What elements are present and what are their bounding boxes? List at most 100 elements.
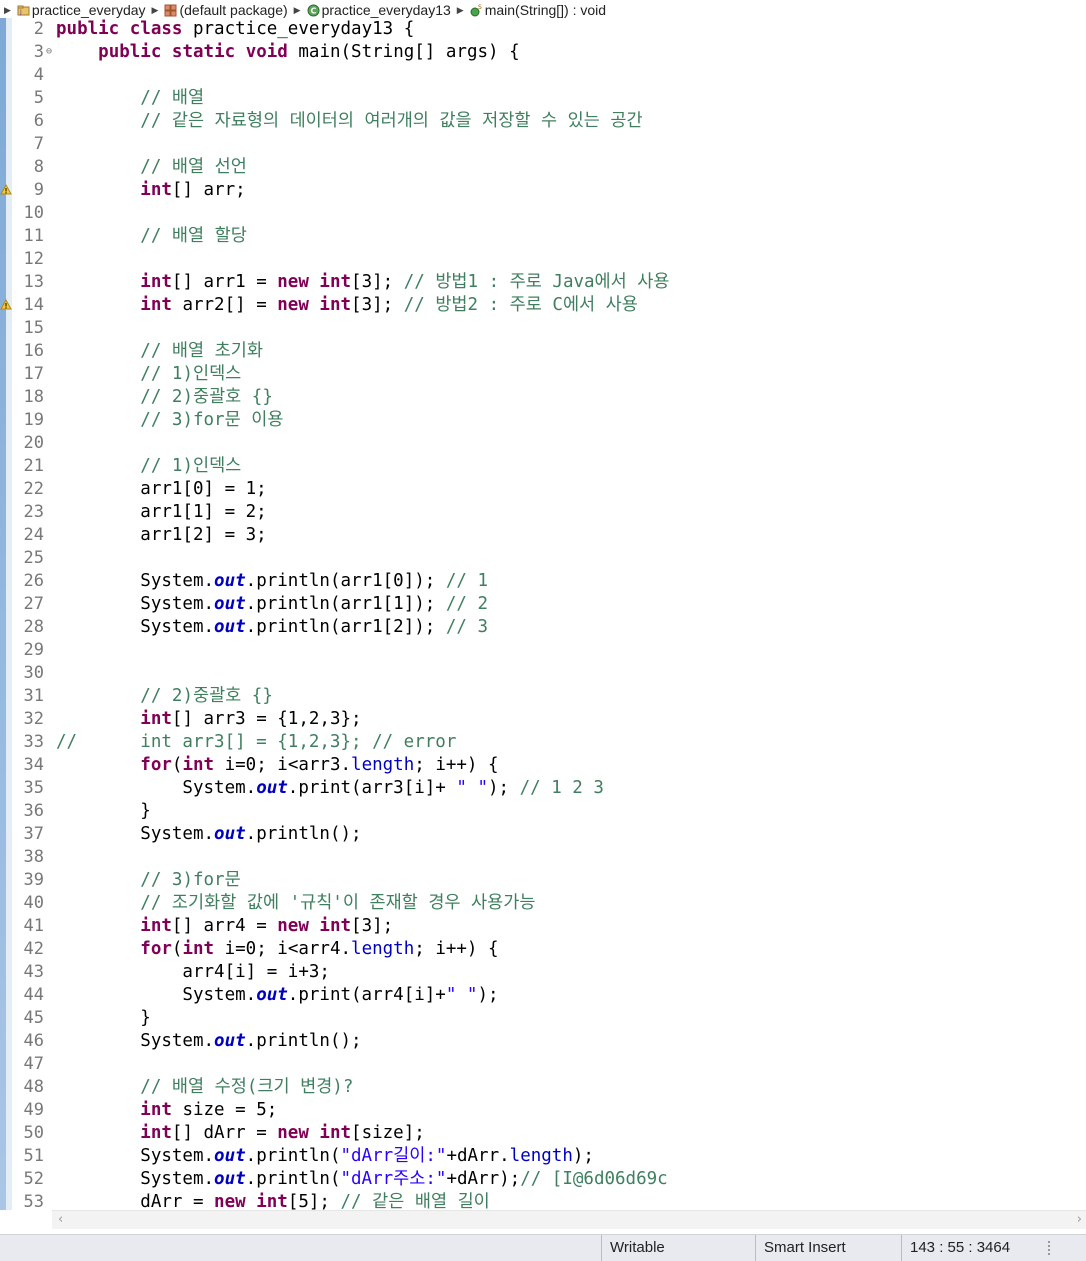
code-text[interactable]: // 배열 선언	[56, 156, 247, 179]
code-text[interactable]: System.out.print(arr4[i]+" ");	[56, 984, 498, 1007]
code-line[interactable]: 36 }	[0, 800, 1086, 823]
code-text[interactable]: for(int i=0; i<arr3.length; i++) {	[56, 754, 498, 777]
code-line[interactable]: 15	[0, 317, 1086, 340]
code-text[interactable]: // 2)중괄호 {}	[56, 386, 273, 409]
code-line[interactable]: 31 // 2)중괄호 {}	[0, 685, 1086, 708]
code-text[interactable]: System.out.print(arr3[i]+ " "); // 1 2 3	[56, 777, 603, 800]
code-line[interactable]: 27 System.out.println(arr1[1]); // 2	[0, 593, 1086, 616]
code-line[interactable]: 34 for(int i=0; i<arr3.length; i++) {	[0, 754, 1086, 777]
code-text[interactable]: for(int i=0; i<arr4.length; i++) {	[56, 938, 498, 961]
code-text[interactable]: int[] arr4 = new int[3];	[56, 915, 393, 938]
code-text[interactable]: // 같은 자료형의 데이터의 여러개의 값을 저장할 수 있는 공간	[56, 110, 642, 133]
code-text[interactable]: // 배열 초기화	[56, 340, 263, 363]
code-line[interactable]: 32 int[] arr3 = {1,2,3};	[0, 708, 1086, 731]
code-line[interactable]: 52 System.out.println("dArr주소:"+dArr);//…	[0, 1168, 1086, 1191]
code-line[interactable]: 44 System.out.print(arr4[i]+" ");	[0, 984, 1086, 1007]
code-text[interactable]: // 2)중괄호 {}	[56, 685, 273, 708]
code-text[interactable]: // 3)for문	[56, 869, 240, 892]
code-line[interactable]: 22 arr1[0] = 1;	[0, 478, 1086, 501]
code-line[interactable]: 43 arr4[i] = i+3;	[0, 961, 1086, 984]
code-line[interactable]: 17 // 1)인덱스	[0, 363, 1086, 386]
code-text[interactable]: int size = 5;	[56, 1099, 277, 1122]
breadcrumb-method[interactable]: S main(String[]) : void	[468, 2, 606, 18]
code-line[interactable]: 28 System.out.println(arr1[2]); // 3	[0, 616, 1086, 639]
breadcrumb-package[interactable]: (default package)	[162, 2, 288, 18]
code-line[interactable]: 7	[0, 133, 1086, 156]
code-line[interactable]: 41 int[] arr4 = new int[3];	[0, 915, 1086, 938]
code-text[interactable]: dArr = new int[5]; // 같은 배열 길이	[56, 1191, 490, 1210]
code-text[interactable]: arr1[2] = 3;	[56, 524, 266, 547]
code-line[interactable]: 45 }	[0, 1007, 1086, 1030]
code-line[interactable]: 14 int arr2[] = new int[3]; // 방법2 : 주로 …	[0, 294, 1086, 317]
code-text[interactable]: // 3)for문 이용	[56, 409, 283, 432]
code-line[interactable]: 35 System.out.print(arr3[i]+ " "); // 1 …	[0, 777, 1086, 800]
code-line[interactable]: 33 // int arr3[] = {1,2,3}; // error	[0, 731, 1086, 754]
code-line[interactable]: 6 // 같은 자료형의 데이터의 여러개의 값을 저장할 수 있는 공간	[0, 110, 1086, 133]
code-line[interactable]: 18 // 2)중괄호 {}	[0, 386, 1086, 409]
fold-toggle-icon[interactable]: ⊖	[46, 46, 52, 58]
code-text[interactable]: }	[56, 1007, 151, 1030]
code-line[interactable]: 3 ⊖ public static void main(String[] args…	[0, 41, 1086, 64]
code-line[interactable]: 30	[0, 662, 1086, 685]
code-line[interactable]: 12	[0, 248, 1086, 271]
code-text[interactable]: // 배열 수정(크기 변경)?	[56, 1076, 353, 1099]
code-text[interactable]: arr4[i] = i+3;	[56, 961, 330, 984]
warning-marker-icon[interactable]	[0, 299, 12, 311]
code-text[interactable]: int arr2[] = new int[3]; // 방법2 : 주로 C에서…	[56, 294, 638, 317]
breadcrumb-project[interactable]: J practice_everyday	[15, 2, 146, 18]
code-text[interactable]: arr1[1] = 2;	[56, 501, 266, 524]
code-text[interactable]: int[] arr3 = {1,2,3};	[56, 708, 361, 731]
code-line[interactable]: 42 for(int i=0; i<arr4.length; i++) {	[0, 938, 1086, 961]
code-line[interactable]: 40 // 조기화할 값에 '규칙'이 존재할 경우 사용가능	[0, 892, 1086, 915]
code-line[interactable]: 20	[0, 432, 1086, 455]
warning-marker-icon[interactable]	[0, 184, 12, 196]
code-text[interactable]: int[] arr;	[56, 179, 245, 202]
code-line[interactable]: 21 // 1)인덱스	[0, 455, 1086, 478]
code-text[interactable]: // 1)인덱스	[56, 363, 241, 386]
code-text[interactable]: }	[56, 800, 151, 823]
code-text[interactable]: // 조기화할 값에 '규칙'이 존재할 경우 사용가능	[56, 892, 535, 915]
code-text[interactable]: System.out.println(arr1[0]); // 1	[56, 570, 488, 593]
code-line[interactable]: 23 arr1[1] = 2;	[0, 501, 1086, 524]
code-line[interactable]: 5 // 배열	[0, 87, 1086, 110]
code-text[interactable]: int[] dArr = new int[size];	[56, 1122, 425, 1145]
code-text[interactable]: System.out.println();	[56, 1030, 361, 1053]
code-text[interactable]: int[] arr1 = new int[3]; // 방법1 : 주로 Jav…	[56, 271, 669, 294]
code-text[interactable]: public class practice_everyday13 {	[56, 18, 414, 41]
code-line[interactable]: 4	[0, 64, 1086, 87]
code-line[interactable]: 46 System.out.println();	[0, 1030, 1086, 1053]
code-line[interactable]: 50 int[] dArr = new int[size];	[0, 1122, 1086, 1145]
scroll-left-icon[interactable]: ‹	[58, 1212, 63, 1227]
code-editor[interactable]: 2 public class practice_everyday13 {3 ⊖ pu…	[0, 18, 1086, 1210]
code-line[interactable]: 16 // 배열 초기화	[0, 340, 1086, 363]
code-line[interactable]: 49 int size = 5;	[0, 1099, 1086, 1122]
code-text[interactable]: System.out.println("dArr주소:"+dArr);// [I…	[56, 1168, 667, 1191]
code-line[interactable]: 53 dArr = new int[5]; // 같은 배열 길이	[0, 1191, 1086, 1210]
code-text[interactable]: // 1)인덱스	[56, 455, 241, 478]
code-line[interactable]: 25	[0, 547, 1086, 570]
code-line[interactable]: 13 int[] arr1 = new int[3]; // 방법1 : 주로 …	[0, 271, 1086, 294]
code-line[interactable]: 8 // 배열 선언	[0, 156, 1086, 179]
code-line[interactable]: 24 arr1[2] = 3;	[0, 524, 1086, 547]
code-line[interactable]: 9 int[] arr;	[0, 179, 1086, 202]
scroll-right-icon[interactable]: ›	[1077, 1212, 1082, 1227]
code-line[interactable]: 38	[0, 846, 1086, 869]
code-line[interactable]: 37 System.out.println();	[0, 823, 1086, 846]
code-line[interactable]: 29	[0, 639, 1086, 662]
code-text[interactable]: // 배열	[56, 87, 204, 110]
code-line[interactable]: 2 public class practice_everyday13 {	[0, 18, 1086, 41]
code-line[interactable]: 19 // 3)for문 이용	[0, 409, 1086, 432]
code-text[interactable]: arr1[0] = 1;	[56, 478, 266, 501]
horizontal-scrollbar[interactable]: ‹ ›	[52, 1210, 1086, 1229]
code-line[interactable]: 51 System.out.println("dArr길이:"+dArr.len…	[0, 1145, 1086, 1168]
code-text[interactable]: System.out.println();	[56, 823, 361, 846]
breadcrumb-class[interactable]: C practice_everyday13	[305, 2, 451, 18]
code-line[interactable]: 47	[0, 1053, 1086, 1076]
code-line[interactable]: 48 // 배열 수정(크기 변경)?	[0, 1076, 1086, 1099]
code-line[interactable]: 10	[0, 202, 1086, 225]
code-line[interactable]: 26 System.out.println(arr1[0]); // 1	[0, 570, 1086, 593]
code-text[interactable]: System.out.println(arr1[1]); // 2	[56, 593, 488, 616]
code-line[interactable]: 11 // 배열 할당	[0, 225, 1086, 248]
code-text[interactable]: System.out.println(arr1[2]); // 3	[56, 616, 488, 639]
code-text[interactable]: System.out.println("dArr길이:"+dArr.length…	[56, 1145, 594, 1168]
